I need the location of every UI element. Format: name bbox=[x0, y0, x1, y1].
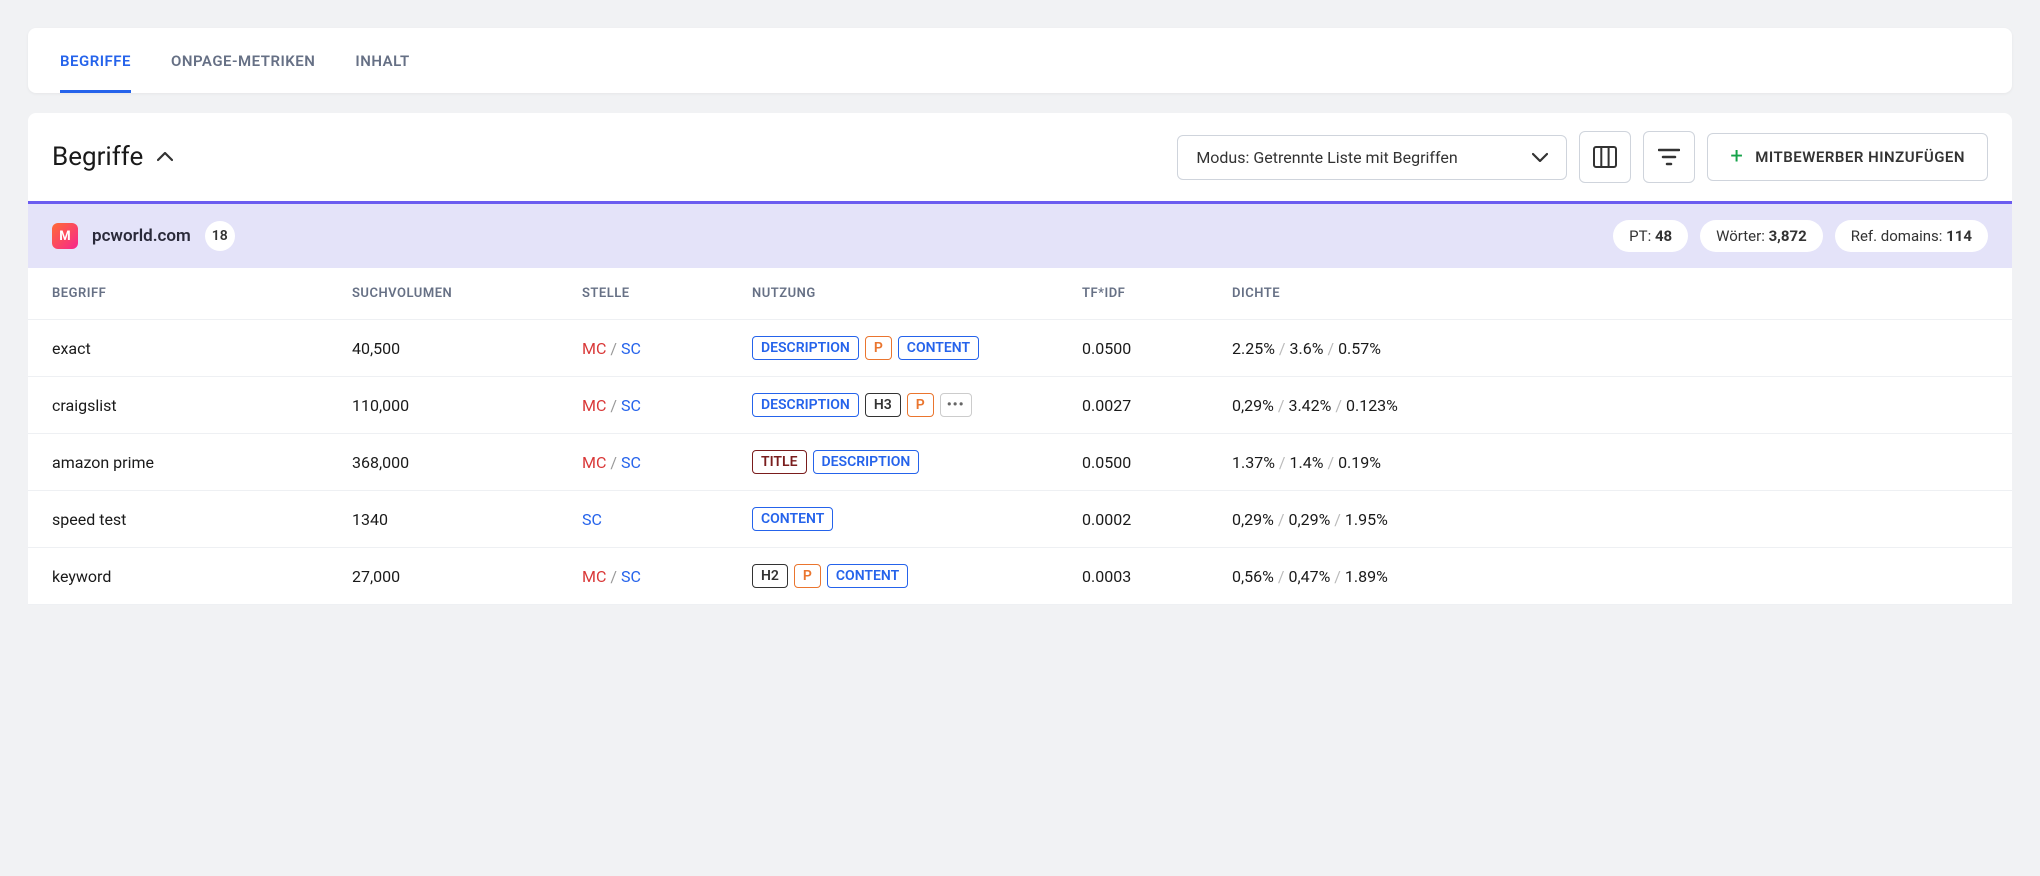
cell-tfidf: 0.0500 bbox=[1082, 453, 1232, 472]
cell-begriff: speed test bbox=[52, 510, 352, 529]
usage-tag-p: P bbox=[907, 393, 934, 417]
plus-icon: + bbox=[1730, 146, 1743, 168]
cell-nutzung: DESCRIPTIONH3P••• bbox=[752, 393, 1082, 417]
cell-suchvolumen: 368,000 bbox=[352, 453, 582, 472]
usage-tag-p: P bbox=[794, 564, 821, 588]
cell-tfidf: 0.0027 bbox=[1082, 396, 1232, 415]
cell-suchvolumen: 27,000 bbox=[352, 567, 582, 586]
cell-dichte: 0,56%/0,47%/1.89% bbox=[1232, 567, 1988, 586]
cell-tfidf: 0.0002 bbox=[1082, 510, 1232, 529]
cell-dichte: 1.37%/1.4%/0.19% bbox=[1232, 453, 1988, 472]
usage-tag-h2: H2 bbox=[752, 564, 788, 588]
cell-nutzung: H2PCONTENT bbox=[752, 564, 1082, 588]
cell-suchvolumen: 40,500 bbox=[352, 339, 582, 358]
usage-tag-content: CONTENT bbox=[827, 564, 908, 588]
tab-begriffe[interactable]: BEGRIFFE bbox=[60, 52, 131, 93]
cell-nutzung: CONTENT bbox=[752, 507, 1082, 531]
section-title: Begriffe bbox=[52, 142, 143, 172]
cell-nutzung: DESCRIPTIONPCONTENT bbox=[752, 336, 1082, 360]
cell-stelle: MC/SC bbox=[582, 339, 752, 358]
tab-bar: BEGRIFFE ONPAGE-METRIKEN INHALT bbox=[28, 28, 2012, 93]
col-nutzung[interactable]: NUTZUNG bbox=[752, 286, 1082, 301]
col-stelle[interactable]: STELLE bbox=[582, 286, 752, 301]
add-competitor-button[interactable]: + MITBEWERBER HINZUFÜGEN bbox=[1707, 133, 1988, 181]
site-name: pcworld.com bbox=[92, 226, 191, 246]
columns-icon bbox=[1593, 146, 1617, 168]
table-row[interactable]: speed test1340SCCONTENT 0.00020,29%/0,29%… bbox=[28, 491, 2012, 548]
site-favicon: M bbox=[52, 223, 78, 249]
usage-tag-title: TITLE bbox=[752, 450, 807, 474]
filter-icon bbox=[1658, 148, 1680, 166]
usage-tag-content: CONTENT bbox=[898, 336, 979, 360]
competitor-info-bar: M pcworld.com 18 PT: 48 Wörter: 3,872 Re… bbox=[28, 204, 2012, 268]
usage-tag-h3: H3 bbox=[865, 393, 901, 417]
col-begriff[interactable]: BEGRIFF bbox=[52, 286, 352, 301]
usage-tag-content: CONTENT bbox=[752, 507, 833, 531]
usage-tag-more[interactable]: ••• bbox=[940, 393, 972, 417]
col-dichte[interactable]: DICHTE bbox=[1232, 286, 1988, 301]
chevron-up-icon bbox=[157, 152, 173, 162]
pt-pill: PT: 48 bbox=[1613, 220, 1688, 252]
table-header: BEGRIFF SUCHVOLUMEN STELLE NUTZUNG TF*ID… bbox=[28, 268, 2012, 320]
filter-button[interactable] bbox=[1643, 131, 1695, 183]
cell-dichte: 0,29%/0,29%/1.95% bbox=[1232, 510, 1988, 529]
columns-button[interactable] bbox=[1579, 131, 1631, 183]
cell-stelle: MC/SC bbox=[582, 453, 752, 472]
mode-select-label: Modus: Getrennte Liste mit Begriffen bbox=[1196, 148, 1457, 167]
col-suchvolumen[interactable]: SUCHVOLUMEN bbox=[352, 286, 582, 301]
table-row[interactable]: craigslist110,000MC/SCDESCRIPTIONH3P•••0… bbox=[28, 377, 2012, 434]
cell-begriff: keyword bbox=[52, 567, 352, 586]
cell-stelle: MC/SC bbox=[582, 567, 752, 586]
cell-begriff: amazon prime bbox=[52, 453, 352, 472]
add-competitor-label: MITBEWERBER HINZUFÜGEN bbox=[1755, 148, 1965, 166]
cell-dichte: 2.25%/3.6%/0.57% bbox=[1232, 339, 1988, 358]
words-pill: Wörter: 3,872 bbox=[1700, 220, 1823, 252]
usage-tag-desc: DESCRIPTION bbox=[752, 336, 859, 360]
section-toggle[interactable]: Begriffe bbox=[52, 142, 173, 172]
table-row[interactable]: keyword27,000MC/SCH2PCONTENT0.00030,56%/… bbox=[28, 548, 2012, 605]
cell-stelle: MC/SC bbox=[582, 396, 752, 415]
table-row[interactable]: amazon prime368,000MC/SCTITLEDESCRIPTION… bbox=[28, 434, 2012, 491]
usage-tag-desc: DESCRIPTION bbox=[813, 450, 920, 474]
tab-inhalt[interactable]: INHALT bbox=[355, 52, 409, 93]
chevron-down-icon bbox=[1532, 152, 1548, 162]
cell-stelle: SC bbox=[582, 510, 752, 529]
tab-onpage-metriken[interactable]: ONPAGE-METRIKEN bbox=[171, 52, 315, 93]
terms-table: BEGRIFF SUCHVOLUMEN STELLE NUTZUNG TF*ID… bbox=[28, 268, 2012, 605]
mode-select[interactable]: Modus: Getrennte Liste mit Begriffen bbox=[1177, 135, 1567, 180]
col-tfidf[interactable]: TF*IDF bbox=[1082, 286, 1232, 301]
ref-domains-pill: Ref. domains: 114 bbox=[1835, 220, 1988, 252]
cell-suchvolumen: 110,000 bbox=[352, 396, 582, 415]
cell-nutzung: TITLEDESCRIPTION bbox=[752, 450, 1082, 474]
cell-tfidf: 0.0500 bbox=[1082, 339, 1232, 358]
cell-begriff: craigslist bbox=[52, 396, 352, 415]
cell-tfidf: 0.0003 bbox=[1082, 567, 1232, 586]
cell-begriff: exact bbox=[52, 339, 352, 358]
cell-dichte: 0,29%/3.42%/0.123% bbox=[1232, 396, 1988, 415]
usage-tag-p: P bbox=[865, 336, 892, 360]
cell-suchvolumen: 1340 bbox=[352, 510, 582, 529]
toolbar: Begriffe Modus: Getrennte Liste mit Begr… bbox=[28, 113, 2012, 201]
table-row[interactable]: exact40,500MC/SCDESCRIPTIONPCONTENT0.050… bbox=[28, 320, 2012, 377]
term-count-badge: 18 bbox=[205, 221, 235, 251]
usage-tag-desc: DESCRIPTION bbox=[752, 393, 859, 417]
